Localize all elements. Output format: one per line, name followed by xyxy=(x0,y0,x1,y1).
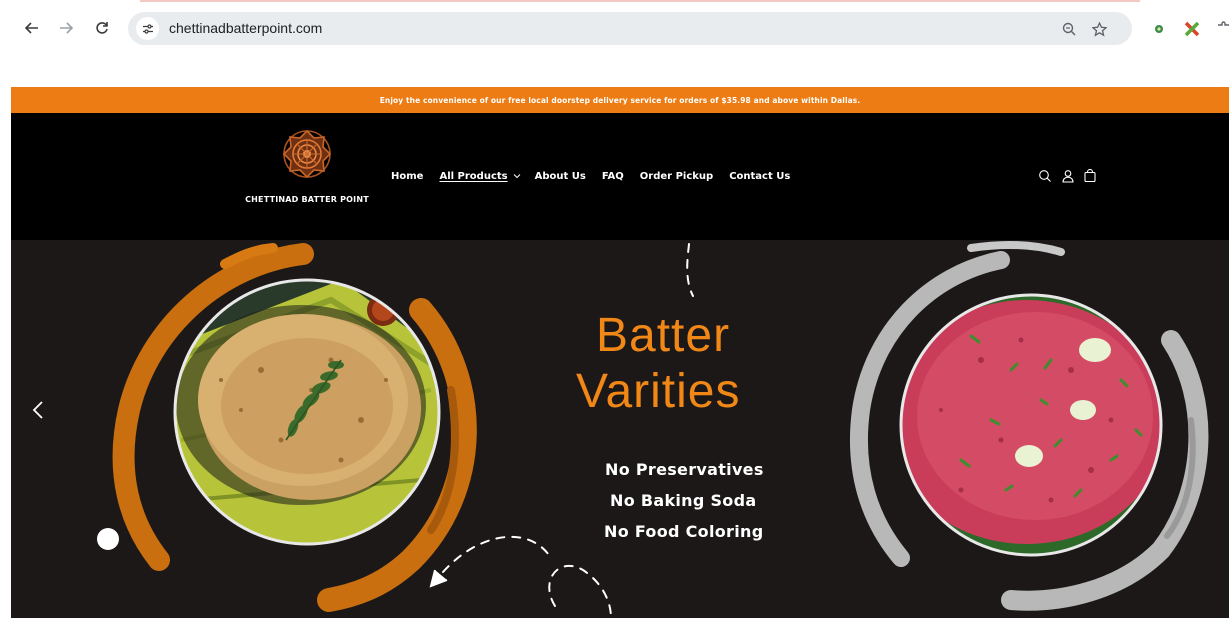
nav-home[interactable]: Home xyxy=(391,171,423,182)
browser-window: chettinadbatterpoint.com Enjoy the conve… xyxy=(0,0,1229,621)
announcement-bar: Enjoy the convenience of our free local … xyxy=(11,87,1229,113)
forward-arrow-icon[interactable] xyxy=(54,16,78,40)
dashed-swirls xyxy=(442,243,694,618)
hero-title-line1: Batter xyxy=(596,309,731,362)
nav-order-pickup[interactable]: Order Pickup xyxy=(640,171,713,182)
hero-claim-food-coloring: No Food Coloring xyxy=(604,522,764,541)
reload-icon[interactable] xyxy=(90,16,114,40)
extensions-puzzle-icon[interactable] xyxy=(1214,20,1229,38)
logo-mandala-icon[interactable] xyxy=(281,128,333,180)
hero-claim-preservatives: No Preservatives xyxy=(605,460,764,479)
announcement-text: Enjoy the convenience of our free local … xyxy=(379,95,861,105)
url-text[interactable]: chettinadbatterpoint.com xyxy=(169,20,322,36)
hero-claim-baking-soda: No Baking Soda xyxy=(610,491,757,510)
hero-artwork xyxy=(112,241,1209,618)
address-bar[interactable]: chettinadbatterpoint.com xyxy=(128,12,1132,45)
hero-title-line2: Varities xyxy=(576,365,741,418)
zoom-icon[interactable] xyxy=(1060,20,1078,38)
slider-dot[interactable] xyxy=(97,528,119,550)
main-nav: Home All Products About Us FAQ Order Pic… xyxy=(391,168,806,184)
hero-banner: Batter Varities No Preservatives No Baki… xyxy=(11,240,1229,618)
nav-faq[interactable]: FAQ xyxy=(602,171,624,182)
back-arrow-icon[interactable] xyxy=(20,16,44,40)
bookmark-star-icon[interactable] xyxy=(1090,20,1108,38)
account-icon[interactable] xyxy=(1058,166,1078,186)
site-settings-icon[interactable] xyxy=(136,17,159,40)
slider-prev-icon[interactable] xyxy=(29,398,47,422)
site-header: CHETTINAD BATTER POINT Home All Products… xyxy=(11,113,1229,240)
chevron-down-icon xyxy=(513,172,521,180)
tab-strip-edge xyxy=(140,0,1140,2)
logo-text[interactable]: CHETTINAD BATTER POINT xyxy=(239,195,375,204)
search-icon[interactable] xyxy=(1035,166,1055,186)
masala-dosa-image xyxy=(175,280,439,544)
dashed-arrowhead xyxy=(429,569,448,588)
nav-all-products-label: All Products xyxy=(439,170,508,182)
nav-about-us[interactable]: About Us xyxy=(535,171,586,182)
nav-contact-us[interactable]: Contact Us xyxy=(729,171,790,182)
extension-icon[interactable] xyxy=(1150,20,1168,38)
cart-icon[interactable] xyxy=(1080,166,1100,186)
nav-all-products[interactable]: All Products xyxy=(439,171,520,182)
extension-cross-icon[interactable] xyxy=(1183,20,1201,38)
